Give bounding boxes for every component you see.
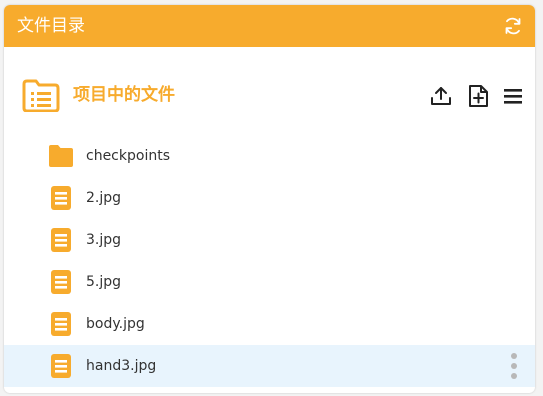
file-icon bbox=[51, 270, 71, 294]
upload-icon bbox=[431, 87, 451, 105]
file-icon bbox=[51, 312, 71, 336]
list-item-file-bodyjpg[interactable]: body.jpg bbox=[4, 303, 535, 345]
new-file-button[interactable] bbox=[466, 84, 490, 108]
panel-header: 文件目录 bbox=[4, 5, 535, 47]
file-directory-panel: 文件目录 项目中的文件 checkpoints 2.jpg 3.jpg 5.jp… bbox=[4, 5, 535, 393]
file-name: checkpoints bbox=[86, 148, 170, 164]
file-list: checkpoints 2.jpg 3.jpg 5.jpg body.jpg h… bbox=[4, 135, 535, 387]
menu-icon bbox=[504, 89, 522, 104]
list-item-file-2jpg[interactable]: 2.jpg bbox=[4, 177, 535, 219]
list-item-file-3jpg[interactable]: 3.jpg bbox=[4, 219, 535, 261]
list-item-file-5jpg[interactable]: 5.jpg bbox=[4, 261, 535, 303]
more-vertical-icon bbox=[511, 353, 517, 359]
folder-icon bbox=[49, 145, 73, 167]
file-icon bbox=[51, 228, 71, 252]
menu-button[interactable] bbox=[501, 84, 525, 108]
more-vertical-icon bbox=[511, 363, 517, 369]
file-name: body.jpg bbox=[86, 316, 145, 332]
refresh-button[interactable] bbox=[503, 16, 523, 36]
panel-title: 文件目录 bbox=[17, 16, 85, 36]
section-title: 项目中的文件 bbox=[73, 85, 175, 105]
more-options-button[interactable] bbox=[507, 352, 521, 380]
refresh-icon bbox=[505, 17, 521, 35]
list-item-folder-checkpoints[interactable]: checkpoints bbox=[4, 135, 535, 177]
more-vertical-icon bbox=[511, 373, 517, 379]
new-file-icon bbox=[469, 85, 488, 107]
file-name: hand3.jpg bbox=[86, 358, 157, 374]
file-name: 2.jpg bbox=[86, 190, 122, 206]
upload-button[interactable] bbox=[429, 84, 453, 108]
files-toolbar: 项目中的文件 bbox=[4, 75, 535, 115]
file-icon bbox=[51, 354, 71, 378]
file-name: 3.jpg bbox=[86, 232, 122, 248]
folder-list-icon bbox=[22, 79, 60, 112]
file-icon bbox=[51, 186, 71, 210]
file-name: 5.jpg bbox=[86, 274, 122, 290]
list-item-file-hand3jpg[interactable]: hand3.jpg bbox=[4, 345, 535, 387]
